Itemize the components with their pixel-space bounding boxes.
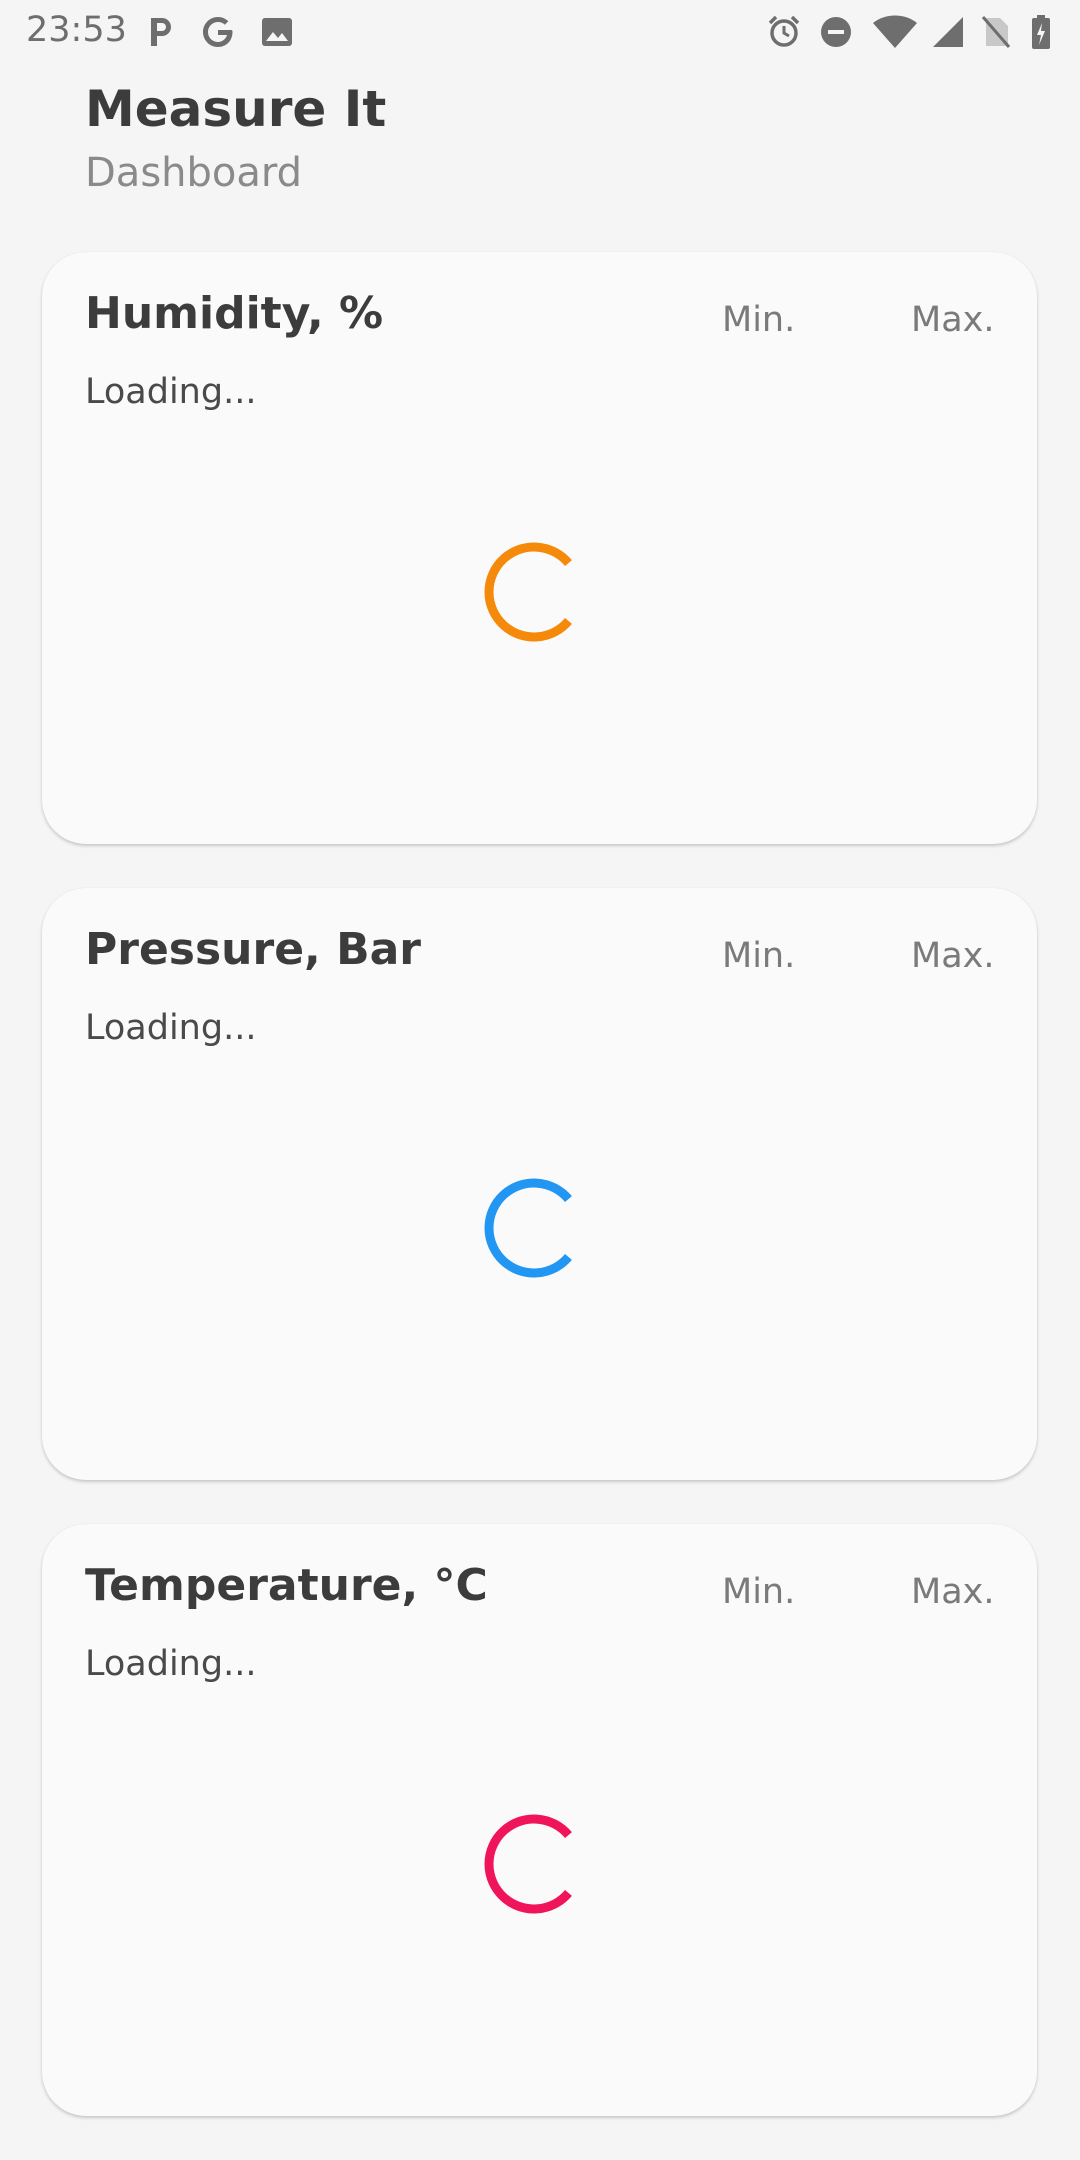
loading-text: Loading... — [85, 372, 257, 412]
humidity-card[interactable]: Humidity, % Min. Max. Loading... — [42, 252, 1037, 844]
loading-text: Loading... — [85, 1008, 257, 1048]
status-time: 23:53 — [26, 10, 127, 50]
parking-icon — [151, 18, 171, 46]
min-label: Min. — [722, 936, 796, 976]
max-label: Max. — [911, 1572, 995, 1612]
do-not-disturb-icon — [821, 17, 851, 47]
screen: 23:53 Measure It Dashboard Humidity, % M… — [0, 0, 1080, 2160]
wifi-icon — [873, 15, 917, 48]
cell-signal-icon — [933, 17, 963, 47]
no-sim-icon — [981, 16, 1011, 48]
pressure-card[interactable]: Pressure, Bar Min. Max. Loading... — [42, 888, 1037, 1480]
status-bar: 23:53 — [0, 0, 1080, 64]
max-label: Max. — [911, 936, 995, 976]
google-icon — [203, 17, 233, 47]
card-title: Humidity, % — [85, 288, 384, 339]
min-label: Min. — [722, 1572, 796, 1612]
min-label: Min. — [722, 300, 796, 340]
loading-text: Loading... — [85, 1644, 257, 1684]
card-title: Temperature, °C — [85, 1560, 488, 1611]
loading-spinner-icon — [484, 542, 572, 642]
image-icon — [262, 18, 292, 46]
temperature-card[interactable]: Temperature, °C Min. Max. Loading... — [42, 1524, 1037, 2116]
battery-charging-icon — [1032, 15, 1050, 49]
loading-spinner-icon — [484, 1178, 572, 1278]
app-title: Measure It — [85, 80, 387, 138]
page-subtitle: Dashboard — [85, 150, 303, 196]
max-label: Max. — [911, 300, 995, 340]
card-title: Pressure, Bar — [85, 924, 421, 975]
alarm-icon — [768, 15, 800, 47]
loading-spinner-icon — [484, 1814, 572, 1914]
